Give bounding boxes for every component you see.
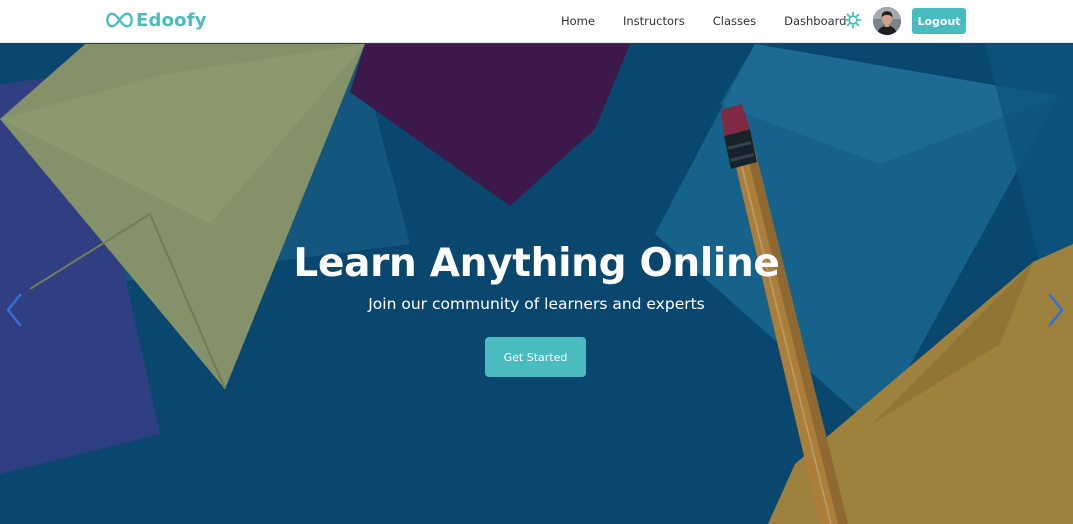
chevron-right-icon[interactable] xyxy=(1046,292,1066,328)
navbar: Edoofy Home Instructors Classes Dashboar… xyxy=(0,0,1073,43)
nav-link-dashboard[interactable]: Dashboard xyxy=(784,14,846,28)
user-avatar[interactable] xyxy=(873,7,901,35)
hero-carousel: Learn Anything Online Join our community… xyxy=(0,44,1073,524)
hero-subtitle: Join our community of learners and exper… xyxy=(368,295,705,313)
nav-link-instructors[interactable]: Instructors xyxy=(623,14,685,28)
get-started-button[interactable]: Get Started xyxy=(485,337,586,377)
logout-button[interactable]: Logout xyxy=(912,8,966,34)
hero-title: Learn Anything Online xyxy=(293,241,780,286)
brand-logo[interactable]: Edoofy xyxy=(106,9,207,31)
user-avatar-image xyxy=(873,7,901,35)
sun-icon[interactable] xyxy=(844,11,862,29)
nav-links: Home Instructors Classes Dashboard xyxy=(561,14,847,28)
chevron-left-icon[interactable] xyxy=(4,292,24,328)
nav-link-home[interactable]: Home xyxy=(561,14,595,28)
nav-link-classes[interactable]: Classes xyxy=(713,14,756,28)
brand-name: Edoofy xyxy=(136,9,207,31)
infinity-logo-icon xyxy=(106,12,133,28)
